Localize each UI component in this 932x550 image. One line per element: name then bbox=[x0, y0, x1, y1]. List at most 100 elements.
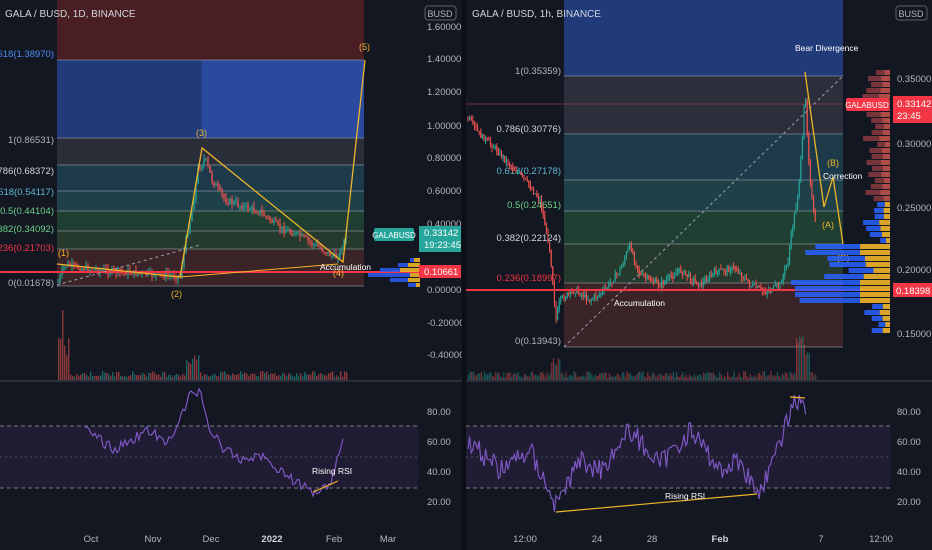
candle-body bbox=[93, 269, 95, 271]
volume-profile-bar bbox=[848, 268, 874, 273]
fib-top-zone-right bbox=[564, 0, 843, 76]
price-tick-left-1: 1.40000 bbox=[427, 54, 461, 65]
volume-bar bbox=[684, 376, 686, 380]
candle-body bbox=[205, 158, 207, 160]
volume-bar bbox=[92, 376, 94, 380]
volume-bar bbox=[754, 375, 756, 380]
candle-body bbox=[797, 195, 799, 208]
volume-bar bbox=[144, 374, 146, 380]
candle-body bbox=[699, 282, 701, 287]
candle-body bbox=[805, 100, 807, 105]
candle-body bbox=[795, 207, 797, 215]
volume-bar bbox=[282, 372, 284, 380]
candle-body bbox=[528, 180, 530, 186]
panel-separator[interactable] bbox=[462, 0, 466, 550]
volume-bar bbox=[584, 377, 586, 380]
volume-bar bbox=[128, 376, 130, 380]
volume-bar bbox=[68, 338, 70, 380]
volume-profile-bar bbox=[882, 154, 890, 159]
candle-body bbox=[283, 226, 285, 234]
volume-bar bbox=[320, 373, 322, 380]
volume-bar bbox=[703, 372, 705, 380]
volume-bar bbox=[780, 377, 782, 380]
candle-body bbox=[798, 179, 800, 196]
volume-bar bbox=[573, 371, 575, 380]
fib-target-zone-highlight bbox=[202, 60, 364, 138]
candle-body bbox=[672, 276, 674, 279]
fib-label-r618: 0.618(0.27178) bbox=[497, 166, 561, 177]
volume-bar bbox=[645, 377, 647, 380]
candle-body bbox=[776, 284, 778, 286]
candle-body bbox=[632, 251, 634, 254]
volume-profile-bar bbox=[871, 82, 883, 87]
volume-profile-bar bbox=[863, 274, 890, 279]
volume-bar bbox=[730, 377, 732, 380]
volume-bar bbox=[218, 376, 220, 380]
volume-bar bbox=[74, 376, 76, 380]
candle-body bbox=[709, 274, 711, 280]
left-price-axis: BUSD 1.60000 1.40000 1.20000 1.00000 0.8… bbox=[424, 5, 465, 361]
volume-bar bbox=[488, 373, 490, 380]
volume-profile-bar bbox=[882, 316, 890, 321]
candle-body bbox=[481, 134, 483, 138]
volume-profile-bar bbox=[795, 292, 860, 297]
candle-body bbox=[624, 258, 626, 264]
candle-body bbox=[507, 159, 509, 165]
volume-profile-bar bbox=[871, 316, 883, 321]
candle-body bbox=[728, 267, 730, 273]
right-chart-panel[interactable]: 1(0.35359) 0.786(0.30776) 0.618(0.27178)… bbox=[466, 0, 932, 545]
volume-bar bbox=[150, 372, 152, 380]
volume-bar bbox=[696, 375, 698, 380]
candle-body bbox=[307, 236, 309, 241]
volume-bar bbox=[695, 376, 697, 380]
candle-body bbox=[257, 213, 259, 215]
candle-body bbox=[486, 138, 488, 140]
volume-bar bbox=[738, 372, 740, 380]
volume-bar bbox=[796, 337, 798, 380]
volume-bar bbox=[158, 374, 160, 380]
countdown-left: 19:23:45 bbox=[424, 240, 461, 251]
volume-profile-bar bbox=[871, 118, 883, 123]
candle-body bbox=[747, 278, 749, 283]
volume-bar bbox=[148, 372, 150, 380]
volume-bar bbox=[286, 376, 288, 380]
volume-profile-bar bbox=[886, 238, 890, 243]
candle-body bbox=[581, 294, 583, 296]
volume-bar bbox=[304, 371, 306, 380]
chart-canvas[interactable]: 1.618(1.38970) 1(0.86531) 0.786(0.68372)… bbox=[0, 0, 932, 550]
volume-bar bbox=[615, 376, 617, 380]
volume-bar bbox=[626, 371, 628, 380]
candle-body bbox=[305, 235, 307, 237]
volume-bar bbox=[154, 372, 156, 380]
volume-bar bbox=[242, 373, 244, 380]
candle-body bbox=[763, 290, 765, 293]
candle-body bbox=[536, 193, 538, 197]
volume-bar bbox=[122, 376, 124, 380]
candle-body bbox=[760, 287, 762, 289]
accumulation-label-right: Accumulation bbox=[614, 298, 665, 308]
fib-label-r5: 0.5(0.24651) bbox=[507, 200, 561, 211]
volume-bar bbox=[170, 374, 172, 380]
candle-body bbox=[600, 293, 602, 295]
candle-body bbox=[725, 271, 727, 273]
volume-profile-bar bbox=[875, 124, 885, 129]
volume-bar bbox=[661, 375, 663, 380]
fib-band-r5 bbox=[564, 211, 843, 244]
volume-profile-bar bbox=[880, 112, 890, 117]
volume-bar bbox=[596, 375, 598, 380]
volume-bar bbox=[236, 374, 238, 380]
volume-bar bbox=[612, 376, 614, 380]
volume-bar bbox=[527, 376, 529, 380]
volume-profile-bar bbox=[829, 262, 866, 267]
volume-bar bbox=[565, 372, 567, 380]
candle-body bbox=[585, 294, 587, 301]
left-chart-panel[interactable]: 1.618(1.38970) 1(0.86531) 0.786(0.68372)… bbox=[0, 0, 465, 545]
volume-bar bbox=[284, 373, 286, 380]
volume-bar bbox=[248, 376, 250, 380]
volume-bar bbox=[672, 372, 674, 380]
left-rsi-panel: Rising RSI 80.00 60.00 40.00 20.00 bbox=[0, 387, 451, 508]
volume-bar bbox=[666, 373, 668, 380]
volume-bar bbox=[278, 375, 280, 380]
volume-profile-bar bbox=[860, 280, 890, 285]
volume-bar bbox=[613, 376, 615, 380]
